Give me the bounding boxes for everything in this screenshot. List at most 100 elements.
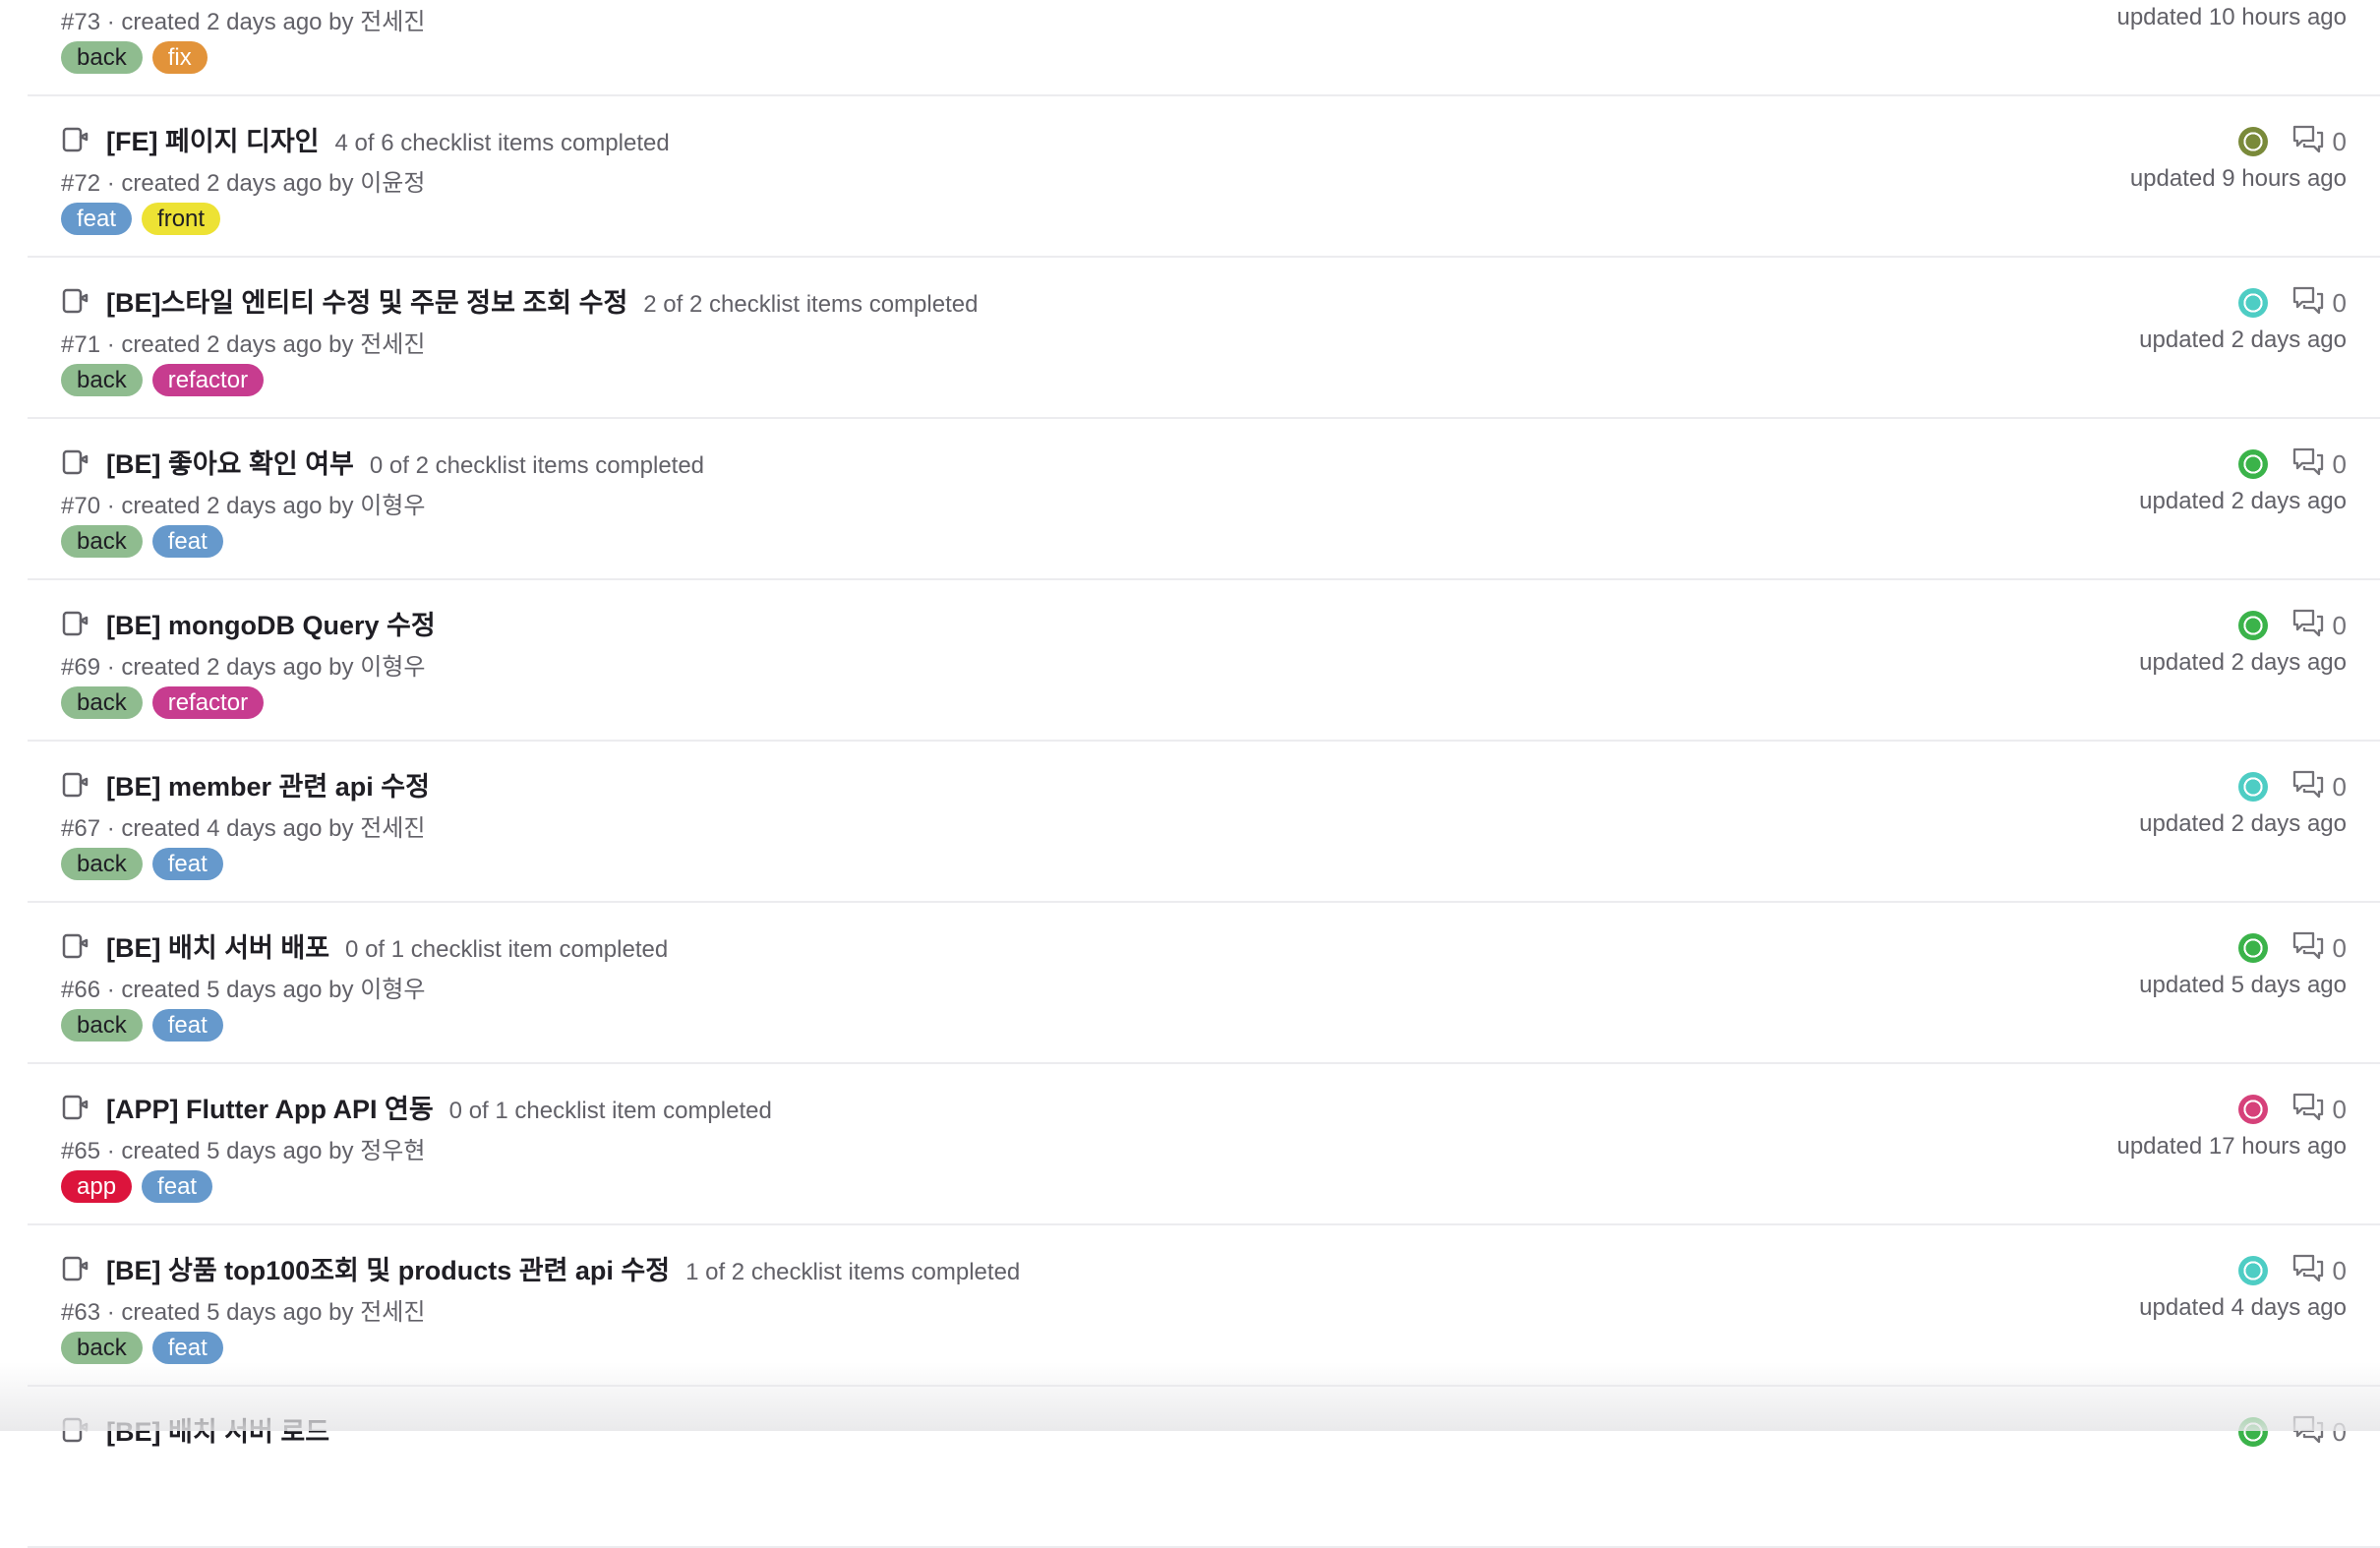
issue-actions: 0 <box>2237 283 2347 323</box>
issue-row: [BE] 배치 서버 로드 0 <box>28 1387 2380 1548</box>
comments-link[interactable]: 0 <box>2291 447 2347 483</box>
issue-labels: app feat <box>61 1170 213 1203</box>
issue-title-link[interactable]: [BE] member 관련 api 수정 <box>106 765 430 804</box>
label-back[interactable]: back <box>61 41 143 74</box>
comments-link[interactable]: 0 <box>2291 1414 2347 1451</box>
issue-actions: 0 <box>2237 122 2347 161</box>
assignee-avatar[interactable] <box>2237 772 2268 802</box>
issue-open-icon <box>61 609 90 638</box>
issue-meta: #67 · created 4 days ago by 전세진 <box>61 815 426 842</box>
issue-meta: #72 · created 2 days ago by 이윤정 <box>61 170 426 197</box>
assignee-avatar[interactable] <box>2237 611 2268 640</box>
comments-count: 0 <box>2332 287 2347 318</box>
issue-labels: back feat <box>61 525 223 558</box>
issue-title-link[interactable]: [BE] 배치 서버 배포 <box>106 926 329 965</box>
issue-row: [BE] 상품 top100조회 및 products 관련 api 수정 1 … <box>28 1225 2380 1387</box>
comments-count: 0 <box>2332 932 2347 963</box>
issue-updated: updated 2 days ago <box>2139 810 2347 837</box>
issue-updated: updated 2 days ago <box>2139 327 2347 353</box>
comments-icon <box>2291 1092 2325 1128</box>
assignee-avatar[interactable] <box>2237 1256 2268 1285</box>
issue-open-icon <box>61 931 90 961</box>
comments-link[interactable]: 0 <box>2291 124 2347 160</box>
comments-icon <box>2291 608 2325 644</box>
issue-title-link[interactable]: [BE] mongoDB Query 수정 <box>106 604 436 642</box>
assignee-avatar[interactable] <box>2237 1417 2268 1447</box>
label-front[interactable]: front <box>142 203 221 235</box>
comments-icon <box>2291 930 2325 967</box>
label-feat[interactable]: feat <box>151 1332 223 1364</box>
issue-meta: #66 · created 5 days ago by 이형우 <box>61 977 426 1003</box>
checklist-progress: 0 of 1 checklist item completed <box>345 936 669 963</box>
label-back[interactable]: back <box>61 686 143 719</box>
issue-title-link[interactable]: [APP] Flutter App API 연동 <box>106 1088 434 1126</box>
issue-open-icon <box>61 770 90 800</box>
comments-link[interactable]: 0 <box>2291 769 2347 805</box>
comments-link[interactable]: 0 <box>2291 930 2347 967</box>
label-back[interactable]: back <box>61 525 143 558</box>
checklist-progress: 0 of 1 checklist item completed <box>448 1098 772 1124</box>
issue-actions: 0 <box>2237 606 2347 645</box>
comments-icon <box>2291 447 2325 483</box>
comments-link[interactable]: 0 <box>2291 285 2347 322</box>
issue-row: [BE] member 관련 api 수정 #67 · created 4 da… <box>28 742 2380 903</box>
comments-link[interactable]: 0 <box>2291 1092 2347 1128</box>
comments-link[interactable]: 0 <box>2291 1253 2347 1289</box>
issue-actions: 0 <box>2237 1090 2347 1129</box>
checklist-progress: 4 of 6 checklist items completed <box>334 130 670 156</box>
issue-title-link[interactable]: [FE] 페이지 디자인 <box>106 120 320 158</box>
label-back[interactable]: back <box>61 1332 143 1364</box>
issue-labels: back feat <box>61 848 223 880</box>
assignee-avatar[interactable] <box>2237 449 2268 479</box>
label-refactor[interactable]: refactor <box>151 364 265 396</box>
issue-labels: back feat <box>61 1009 223 1042</box>
issue-row: [BE] 좋아요 확인 여부 0 of 2 checklist items co… <box>28 419 2380 580</box>
comments-count: 0 <box>2332 1255 2347 1285</box>
issue-labels: feat front <box>61 203 221 235</box>
assignee-avatar[interactable] <box>2237 288 2268 318</box>
issue-meta: #63 · created 5 days ago by 전세진 <box>61 1299 426 1326</box>
comments-icon <box>2291 124 2325 160</box>
issue-updated: updated 10 hours ago <box>2116 4 2347 30</box>
checklist-progress: 2 of 2 checklist items completed <box>643 291 979 318</box>
label-feat[interactable]: feat <box>151 525 223 558</box>
checklist-progress: 0 of 2 checklist items completed <box>369 452 705 479</box>
comments-icon <box>2291 769 2325 805</box>
checklist-progress: 1 of 2 checklist items completed <box>685 1259 1021 1285</box>
label-app[interactable]: app <box>61 1170 133 1203</box>
label-refactor[interactable]: refactor <box>151 686 265 719</box>
issue-row: #73 · created 2 days ago by 전세진 back fix … <box>28 0 2380 96</box>
issue-row: [BE]스타일 엔티티 수정 및 주문 정보 조회 수정 2 of 2 chec… <box>28 258 2380 419</box>
label-feat[interactable]: feat <box>142 1170 213 1203</box>
comments-count: 0 <box>2332 610 2347 640</box>
label-feat[interactable]: feat <box>61 203 133 235</box>
assignee-avatar[interactable] <box>2237 933 2268 963</box>
label-back[interactable]: back <box>61 1009 143 1042</box>
label-fix[interactable]: fix <box>151 41 208 74</box>
issue-actions: 0 <box>2237 767 2347 806</box>
issue-updated: updated 5 days ago <box>2139 972 2347 998</box>
assignee-avatar[interactable] <box>2237 1095 2268 1124</box>
issue-open-icon <box>61 286 90 316</box>
label-back[interactable]: back <box>61 364 143 396</box>
label-back[interactable]: back <box>61 848 143 880</box>
comments-icon <box>2291 1253 2325 1289</box>
issue-open-icon <box>61 447 90 477</box>
issue-title-link[interactable]: [BE] 상품 top100조회 및 products 관련 api 수정 <box>106 1249 670 1287</box>
comments-count: 0 <box>2332 126 2347 156</box>
issue-updated: updated 2 days ago <box>2139 488 2347 514</box>
issue-meta: #69 · created 2 days ago by 이형우 <box>61 654 426 681</box>
label-feat[interactable]: feat <box>151 1009 223 1042</box>
issue-title-link[interactable]: [BE] 좋아요 확인 여부 <box>106 443 354 481</box>
issue-meta: #71 · created 2 days ago by 전세진 <box>61 331 426 358</box>
comments-link[interactable]: 0 <box>2291 608 2347 644</box>
issue-title-link[interactable]: [BE] 배치 서버 로드 <box>106 1410 329 1449</box>
comments-icon <box>2291 1414 2325 1451</box>
issue-actions: 0 <box>2237 928 2347 968</box>
assignee-avatar[interactable] <box>2237 127 2268 156</box>
comments-count: 0 <box>2332 1094 2347 1124</box>
issue-title-link[interactable]: [BE]스타일 엔티티 수정 및 주문 정보 조회 수정 <box>106 281 627 320</box>
label-feat[interactable]: feat <box>151 848 223 880</box>
issue-open-icon <box>61 1254 90 1283</box>
issue-updated: updated 2 days ago <box>2139 649 2347 676</box>
